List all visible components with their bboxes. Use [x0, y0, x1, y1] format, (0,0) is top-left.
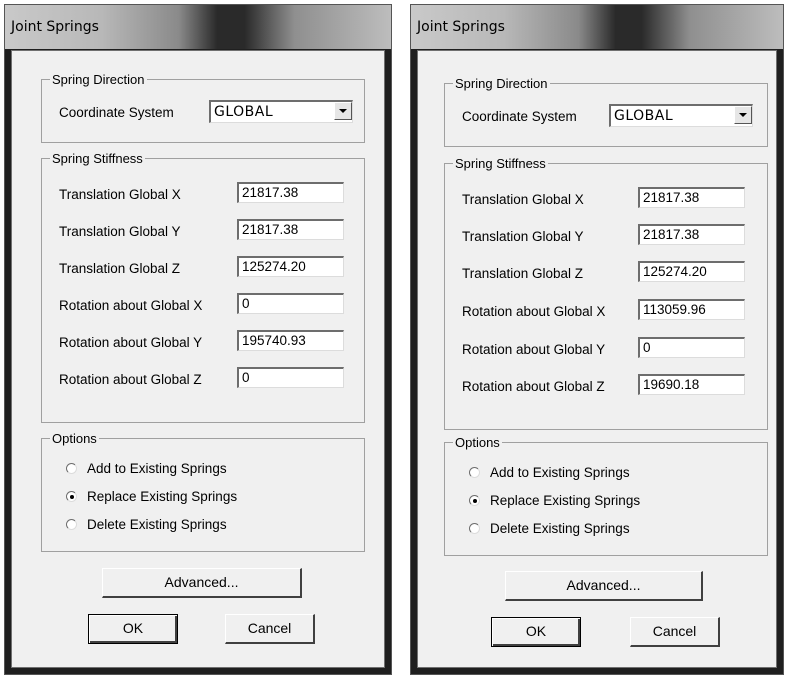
translation-y-input[interactable]: 21817.38: [638, 224, 745, 245]
rotation-x-label: Rotation about Global X: [462, 304, 606, 319]
rotation-x-input[interactable]: 0: [237, 293, 344, 314]
spring-stiffness-legend: Spring Stiffness: [50, 151, 145, 166]
coordinate-system-dropdown[interactable]: GLOBAL: [209, 100, 353, 123]
translation-x-input[interactable]: 21817.38: [237, 182, 344, 203]
option-delete-label: Delete Existing Springs: [87, 517, 227, 532]
cancel-button[interactable]: Cancel: [225, 614, 315, 644]
radio-unchecked-icon[interactable]: [469, 523, 480, 534]
ok-button[interactable]: OK: [88, 614, 178, 644]
coordinate-system-value: GLOBAL: [614, 108, 674, 124]
radio-checked-icon[interactable]: [66, 491, 77, 502]
chevron-down-icon[interactable]: [734, 106, 752, 124]
dialog-title: Joint Springs: [11, 19, 99, 35]
rotation-x-input[interactable]: 113059.96: [638, 299, 745, 320]
spring-direction-legend: Spring Direction: [453, 76, 550, 91]
translation-z-label: Translation Global Z: [59, 261, 181, 276]
translation-x-label: Translation Global X: [462, 192, 584, 207]
translation-z-input[interactable]: 125274.20: [237, 256, 344, 277]
translation-y-input[interactable]: 21817.38: [237, 219, 344, 240]
rotation-y-input[interactable]: 195740.93: [237, 330, 344, 351]
options-legend: Options: [50, 431, 99, 446]
cancel-button[interactable]: Cancel: [630, 617, 720, 647]
translation-x-input[interactable]: 21817.38: [638, 187, 745, 208]
spring-stiffness-group: Spring Stiffness Translation Global X 21…: [41, 151, 365, 423]
rotation-z-input[interactable]: 0: [237, 367, 344, 388]
coordinate-system-label: Coordinate System: [462, 109, 577, 124]
translation-x-label: Translation Global X: [59, 187, 181, 202]
option-replace-label: Replace Existing Springs: [87, 489, 238, 504]
dialog-client-area: Spring Direction Coordinate System GLOBA…: [11, 50, 385, 668]
spring-direction-legend: Spring Direction: [50, 72, 147, 87]
advanced-button[interactable]: Advanced...: [505, 571, 703, 601]
translation-z-input[interactable]: 125274.20: [638, 261, 745, 282]
radio-unchecked-icon[interactable]: [66, 463, 77, 474]
spring-stiffness-group: Spring Stiffness Translation Global X 21…: [444, 156, 768, 430]
title-bar[interactable]: Joint Springs: [5, 5, 391, 49]
rotation-z-input[interactable]: 19690.18: [638, 374, 745, 395]
options-legend: Options: [453, 435, 502, 450]
option-add-label: Add to Existing Springs: [490, 465, 630, 480]
rotation-z-label: Rotation about Global Z: [59, 372, 202, 387]
options-group: Options Add to Existing Springs Replace …: [41, 431, 365, 552]
chevron-down-icon[interactable]: [334, 102, 352, 120]
options-group: Options Add to Existing Springs Replace …: [444, 435, 768, 556]
translation-z-label: Translation Global Z: [462, 266, 584, 281]
translation-y-label: Translation Global Y: [462, 229, 584, 244]
spring-direction-group: Spring Direction Coordinate System GLOBA…: [444, 76, 768, 147]
dialog-title: Joint Springs: [417, 19, 505, 35]
coordinate-system-label: Coordinate System: [59, 105, 174, 120]
coordinate-system-dropdown[interactable]: GLOBAL: [609, 104, 753, 127]
joint-springs-dialog-left: Joint Springs Spring Direction Coordinat…: [4, 4, 392, 675]
rotation-y-label: Rotation about Global Y: [462, 342, 606, 357]
advanced-button[interactable]: Advanced...: [102, 568, 302, 598]
radio-unchecked-icon[interactable]: [469, 467, 480, 478]
translation-y-label: Translation Global Y: [59, 224, 181, 239]
rotation-y-label: Rotation about Global Y: [59, 335, 203, 350]
option-delete-label: Delete Existing Springs: [490, 521, 630, 536]
rotation-z-label: Rotation about Global Z: [462, 379, 605, 394]
radio-unchecked-icon[interactable]: [66, 519, 77, 530]
dialog-client-area: Spring Direction Coordinate System GLOBA…: [417, 50, 777, 668]
spring-direction-group: Spring Direction Coordinate System GLOBA…: [41, 72, 365, 143]
radio-checked-icon[interactable]: [469, 495, 480, 506]
option-add-label: Add to Existing Springs: [87, 461, 227, 476]
coordinate-system-value: GLOBAL: [214, 104, 274, 120]
rotation-y-input[interactable]: 0: [638, 337, 745, 358]
title-bar[interactable]: Joint Springs: [411, 5, 783, 49]
joint-springs-dialog-right: Joint Springs Spring Direction Coordinat…: [410, 4, 784, 675]
option-replace-label: Replace Existing Springs: [490, 493, 641, 508]
ok-button[interactable]: OK: [491, 617, 581, 647]
rotation-x-label: Rotation about Global X: [59, 298, 203, 313]
spring-stiffness-legend: Spring Stiffness: [453, 156, 548, 171]
